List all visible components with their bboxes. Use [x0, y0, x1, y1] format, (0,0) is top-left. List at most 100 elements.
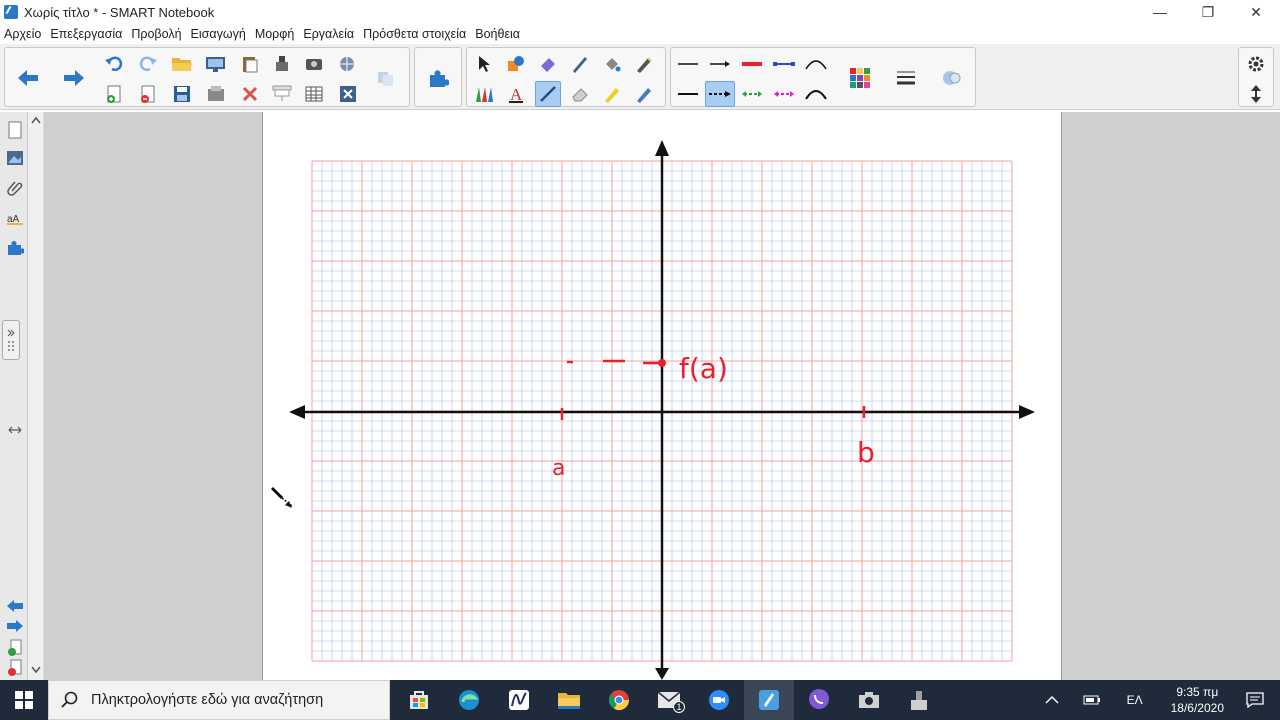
- menu-insert[interactable]: Εισαγωγή: [191, 27, 246, 41]
- toolbar-position-toggle-icon[interactable]: [1243, 81, 1269, 107]
- line-style-green-dashed-icon[interactable]: [739, 81, 765, 107]
- taskbar-file-explorer-app[interactable]: [544, 680, 594, 720]
- taskbar-notebook-app[interactable]: [494, 680, 544, 720]
- line-style-arc-2-icon[interactable]: [803, 81, 829, 107]
- line-style-magenta-dashed-icon[interactable]: [771, 81, 797, 107]
- document-camera-app-icon: [911, 691, 927, 710]
- menu-tools[interactable]: Εργαλεία: [303, 27, 354, 41]
- sidebar-collapse-handle[interactable]: [2, 320, 20, 360]
- menu-edit[interactable]: Επεξεργασία: [50, 27, 122, 41]
- menu-format[interactable]: Μορφή: [255, 27, 295, 41]
- fill-icon[interactable]: [599, 51, 625, 77]
- y-axis-top-arrow: [655, 140, 669, 156]
- next-page-icon[interactable]: [61, 65, 87, 91]
- delete-icon[interactable]: [237, 81, 263, 107]
- document-camera-icon[interactable]: [269, 51, 295, 77]
- eraser-icon[interactable]: [567, 81, 593, 107]
- taskbar-chrome-app[interactable]: [594, 680, 644, 720]
- eraser-bucket-icon[interactable]: [535, 51, 561, 77]
- action-center-icon[interactable]: [1246, 692, 1264, 708]
- delete-page-icon[interactable]: [135, 81, 161, 107]
- sidebar-delete-page-icon[interactable]: [5, 658, 25, 678]
- creative-pens-icon[interactable]: [471, 81, 497, 107]
- properties-icon[interactable]: aA: [5, 208, 25, 228]
- toolbar-group-file: [4, 47, 410, 107]
- line-tool-icon[interactable]: [535, 81, 561, 107]
- save-icon[interactable]: [169, 81, 195, 107]
- taskbar-search-box[interactable]: Πληκτρολογήστε εδώ για αναζήτηση: [48, 680, 390, 720]
- attachments-icon[interactable]: [5, 178, 25, 198]
- dual-page-icon[interactable]: [373, 65, 399, 91]
- redo-icon[interactable]: [135, 51, 161, 77]
- taskbar-document-camera-app[interactable]: [894, 680, 944, 720]
- line-style-arrow-black-icon[interactable]: [707, 51, 733, 77]
- close-button[interactable]: ✕: [1232, 0, 1280, 24]
- line-style-thin-black-icon[interactable]: [675, 51, 701, 77]
- sidebar-add-page-icon[interactable]: [5, 638, 25, 658]
- taskbar-store-app[interactable]: [394, 680, 444, 720]
- battery-icon[interactable]: [1083, 695, 1101, 705]
- settings-gear-icon[interactable]: [1243, 51, 1269, 77]
- pen-icon[interactable]: [567, 51, 593, 77]
- menu-help[interactable]: Βοήθεια: [475, 27, 520, 41]
- text-icon[interactable]: A: [503, 81, 529, 107]
- menu-addons[interactable]: Πρόσθετα στοιχεία: [363, 27, 466, 41]
- table-icon[interactable]: [301, 81, 327, 107]
- line-style-arc-icon[interactable]: [803, 51, 829, 77]
- whiteboard-canvas[interactable]: f(a) a b: [263, 112, 1063, 680]
- clock-time: 9:35 πμ: [1176, 685, 1219, 699]
- screen-shade-icon[interactable]: [269, 81, 295, 107]
- previous-page-icon[interactable]: [15, 65, 41, 91]
- screen-capture-icon[interactable]: [301, 51, 327, 77]
- undo-icon[interactable]: [101, 51, 127, 77]
- taskbar-zoom-app[interactable]: [694, 680, 744, 720]
- web-browser-icon[interactable]: [335, 51, 361, 77]
- fill-effects-icon[interactable]: [939, 65, 965, 91]
- menu-view[interactable]: Προβολή: [131, 27, 181, 41]
- select-pointer-icon[interactable]: [471, 51, 497, 77]
- windows-logo-icon: [15, 691, 33, 709]
- highlighter-icon[interactable]: [599, 81, 625, 107]
- shapes-icon[interactable]: [503, 51, 529, 77]
- taskbar-viber-app[interactable]: [794, 680, 844, 720]
- line-style-blue-dots-icon[interactable]: [771, 51, 797, 77]
- notebook-page[interactable]: f(a) a b: [262, 112, 1062, 680]
- taskbar-mail-app[interactable]: 1: [644, 680, 694, 720]
- main-toolbar: A: [0, 44, 1280, 110]
- resize-horizontal-icon[interactable]: [5, 420, 25, 440]
- system-clock[interactable]: 9:35 πμ 18/6/2020: [1171, 684, 1224, 716]
- menu-file[interactable]: Αρχείο: [4, 27, 41, 41]
- toolbar-group-line-styles: [670, 47, 976, 107]
- add-page-icon[interactable]: [101, 81, 127, 107]
- calligraphic-pen-icon[interactable]: [631, 81, 657, 107]
- line-style-dashed-selected-icon[interactable]: [705, 81, 735, 107]
- minimize-button[interactable]: —: [1136, 0, 1184, 24]
- full-screen-icon[interactable]: [335, 81, 361, 107]
- start-button[interactable]: [0, 680, 48, 720]
- line-style-thick-red-icon[interactable]: [739, 51, 765, 77]
- sidebar-previous-page-icon[interactable]: [5, 596, 25, 616]
- restore-button[interactable]: ❐: [1184, 0, 1232, 24]
- sidebar-scrollbar[interactable]: [28, 112, 44, 680]
- taskbar-camera-app[interactable]: [844, 680, 894, 720]
- input-language-indicator[interactable]: ΕΛ: [1127, 693, 1143, 707]
- line-thickness-icon[interactable]: [893, 65, 919, 91]
- line-style-arrow-black-2-icon[interactable]: [675, 81, 701, 107]
- addons-tab-icon[interactable]: [5, 238, 25, 258]
- show-hidden-icons-chevron-icon[interactable]: [1045, 695, 1059, 705]
- add-ons-puzzle-icon[interactable]: [425, 65, 451, 91]
- paste-object-icon[interactable]: [203, 81, 229, 107]
- magic-pen-icon[interactable]: [631, 51, 657, 77]
- page-sorter-icon[interactable]: [5, 120, 25, 140]
- open-folder-icon[interactable]: [169, 51, 195, 77]
- color-palette-icon[interactable]: [847, 65, 873, 91]
- paste-icon[interactable]: [237, 51, 263, 77]
- taskbar-edge-app[interactable]: [444, 680, 494, 720]
- scroll-down-icon[interactable]: [31, 666, 41, 674]
- view-screens-icon[interactable]: [203, 51, 229, 77]
- gallery-icon[interactable]: [5, 148, 25, 168]
- sidebar-next-page-icon[interactable]: [5, 616, 25, 636]
- taskbar-smart-notebook-app[interactable]: [744, 680, 794, 720]
- scroll-up-icon[interactable]: [31, 116, 41, 124]
- windows-taskbar: Πληκτρολογήστε εδώ για αναζήτηση 1 ΕΛ 9:…: [0, 680, 1280, 720]
